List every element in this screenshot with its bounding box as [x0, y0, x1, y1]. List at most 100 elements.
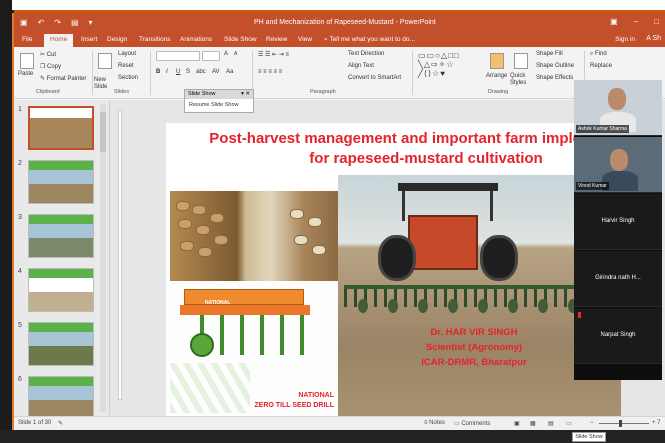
participant-tile[interactable]: Harvir Singh	[574, 194, 662, 250]
shape-effects-button[interactable]: Shape Effects	[536, 75, 573, 81]
align-icons[interactable]: ≡ ≡ ≡ ≡ ≡	[258, 69, 282, 75]
spell-check-icon[interactable]: ✎	[58, 420, 63, 427]
title-bar: ▣ ↶ ↷ ▤ ▾ PH and Mechanization of Rapese…	[14, 13, 665, 33]
tell-me-search[interactable]: ⌕ Tell me what you want to do...	[324, 36, 415, 44]
participant-tile[interactable]: Girindra nath H...	[574, 251, 662, 307]
quick-styles-button[interactable]: Quick Styles	[510, 73, 532, 87]
zoom-in-button[interactable]: + 7	[652, 420, 661, 426]
grow-font-button[interactable]: A	[224, 51, 228, 57]
muted-mic-icon	[578, 312, 581, 318]
undo-icon[interactable]: ↶	[38, 18, 45, 27]
layout-button[interactable]: Layout	[118, 51, 136, 57]
tab-slide-show[interactable]: Slide Show	[224, 36, 257, 43]
window-controls: ▣ – □	[610, 17, 659, 26]
save-icon[interactable]: ▣	[20, 18, 28, 27]
copy-button[interactable]: ❐ Copy	[40, 63, 61, 70]
status-bar: Slide 1 of 30 ✎ ≡ Notes ▭ Comments ▣ ▦ ▤…	[14, 416, 665, 430]
participant-tile[interactable]: Ashok Kumar Sharma	[574, 80, 662, 136]
shadow-button[interactable]: abc	[196, 69, 206, 75]
strikethrough-button[interactable]: S	[186, 69, 190, 75]
tab-insert[interactable]: Insert	[81, 36, 97, 43]
shape-fill-button[interactable]: Shape Fill	[536, 51, 563, 57]
underline-button[interactable]: U	[176, 69, 180, 75]
slide-title: Post-harvest management and important fa…	[166, 129, 621, 169]
font-size-box[interactable]	[202, 51, 220, 61]
zoom-out-button[interactable]: −	[590, 420, 594, 426]
format-painter-button[interactable]: ✎ Format Painter	[40, 75, 86, 82]
ribbon-display-icon[interactable]: ▣	[610, 17, 618, 26]
tab-review[interactable]: Review	[266, 36, 287, 43]
participant-tile[interactable]: Vinod Kumar	[574, 137, 662, 193]
quick-styles-icon[interactable]	[514, 53, 528, 69]
thumb-number: 3	[18, 214, 22, 221]
italic-button[interactable]: I	[166, 69, 168, 75]
shrink-font-button[interactable]: A	[234, 51, 237, 57]
reset-button[interactable]: Reset	[118, 63, 134, 69]
popup-header: Slide Show ▾ ✕	[185, 90, 253, 99]
present-icon[interactable]: ▤	[71, 18, 79, 27]
slide-thumbnail[interactable]: 5	[16, 322, 108, 370]
customize-icon[interactable]: ▾	[89, 18, 93, 27]
powerpoint-window: ▣ ↶ ↷ ▤ ▾ PH and Mechanization of Rapese…	[12, 13, 665, 430]
reading-view-icon[interactable]: ▤	[548, 420, 554, 427]
cut-button[interactable]: ✂ Cut	[40, 51, 56, 58]
new-slide-icon[interactable]	[98, 53, 112, 69]
tab-file[interactable]: File	[22, 36, 32, 43]
tab-transitions[interactable]: Transitions	[139, 36, 171, 43]
paste-button[interactable]: Paste	[18, 71, 33, 77]
resume-slide-show-button[interactable]: Resume Slide Show	[185, 99, 253, 111]
ribbon-tabs: File Home Insert Design Transitions Anim…	[14, 33, 665, 47]
bullets-icon[interactable]: ☰ ☰ ⇤ ⇥ ≡	[258, 51, 289, 58]
tab-home[interactable]: Home	[44, 34, 74, 47]
find-button[interactable]: ⌕ Find	[590, 51, 607, 58]
font-name-box[interactable]	[156, 51, 200, 61]
grain-bags-photo	[170, 191, 338, 281]
char-spacing-button[interactable]: AV	[212, 69, 220, 75]
tab-design[interactable]: Design	[107, 36, 127, 43]
thumb-image	[28, 268, 94, 312]
thumb-number: 1	[18, 106, 22, 113]
smartart-button[interactable]: Convert to SmartArt	[348, 75, 401, 81]
drill-hopper: NATIONAL	[184, 289, 304, 306]
zoom-slider[interactable]	[599, 423, 649, 424]
slide-show-view-icon[interactable]: ▭	[566, 420, 572, 427]
change-case-button[interactable]: Aa	[226, 69, 233, 75]
scrollbar-thumb[interactable]	[100, 112, 106, 152]
sorter-view-icon[interactable]: ▦	[530, 420, 536, 427]
drawing-group-label: Drawing	[488, 89, 509, 95]
popup-close-icon[interactable]: ▾ ✕	[241, 91, 250, 98]
slide-thumbnail[interactable]: 4	[16, 268, 108, 316]
shapes-gallery[interactable]: ▭▭○△□□ ╲△⇨✧☆ ╱⟨⟩☆♥	[418, 51, 460, 78]
arrange-icon[interactable]	[490, 53, 504, 69]
arrange-button[interactable]: Arrange	[486, 73, 507, 79]
separator	[92, 51, 93, 95]
shape-outline-button[interactable]: Shape Outline	[536, 63, 574, 69]
thumbnail-scrollbar[interactable]	[100, 104, 106, 412]
participant-name: Narpat Singh	[600, 332, 636, 338]
redo-icon[interactable]: ↷	[54, 18, 61, 27]
seed-drill-photo: NATIONAL NATIONAL ZERO TILL SEED DRILL	[170, 283, 338, 415]
participant-face	[610, 149, 628, 171]
zoom-slider-thumb[interactable]	[619, 420, 622, 427]
comments-button[interactable]: ▭ Comments	[454, 420, 490, 427]
bold-button[interactable]: B	[156, 69, 160, 75]
text-direction-button[interactable]: Text Direction	[348, 51, 384, 57]
slide-thumbnail[interactable]: 2	[16, 160, 108, 208]
tab-view[interactable]: View	[298, 36, 312, 43]
paste-icon[interactable]	[20, 53, 34, 69]
notes-button[interactable]: ≡ Notes	[424, 420, 445, 426]
popup-title: Slide Show	[188, 91, 216, 97]
slide-thumbnail[interactable]: 1	[16, 106, 108, 154]
tab-animations[interactable]: Animations	[180, 36, 212, 43]
section-button[interactable]: Section	[118, 75, 138, 81]
slide-thumbnail[interactable]: 3	[16, 214, 108, 262]
maximize-button[interactable]: □	[654, 17, 659, 26]
replace-button[interactable]: Replace	[590, 63, 612, 69]
participant-tile[interactable]: Narpat Singh	[574, 308, 662, 364]
minimize-button[interactable]: –	[634, 17, 638, 26]
normal-view-icon[interactable]: ▣	[514, 420, 520, 427]
share-button[interactable]: Α Sh	[646, 35, 661, 42]
slide-canvas[interactable]: Post-harvest management and important fa…	[166, 123, 621, 418]
sign-in-link[interactable]: Sign in	[615, 36, 635, 43]
align-text-button[interactable]: Align Text	[348, 63, 374, 69]
